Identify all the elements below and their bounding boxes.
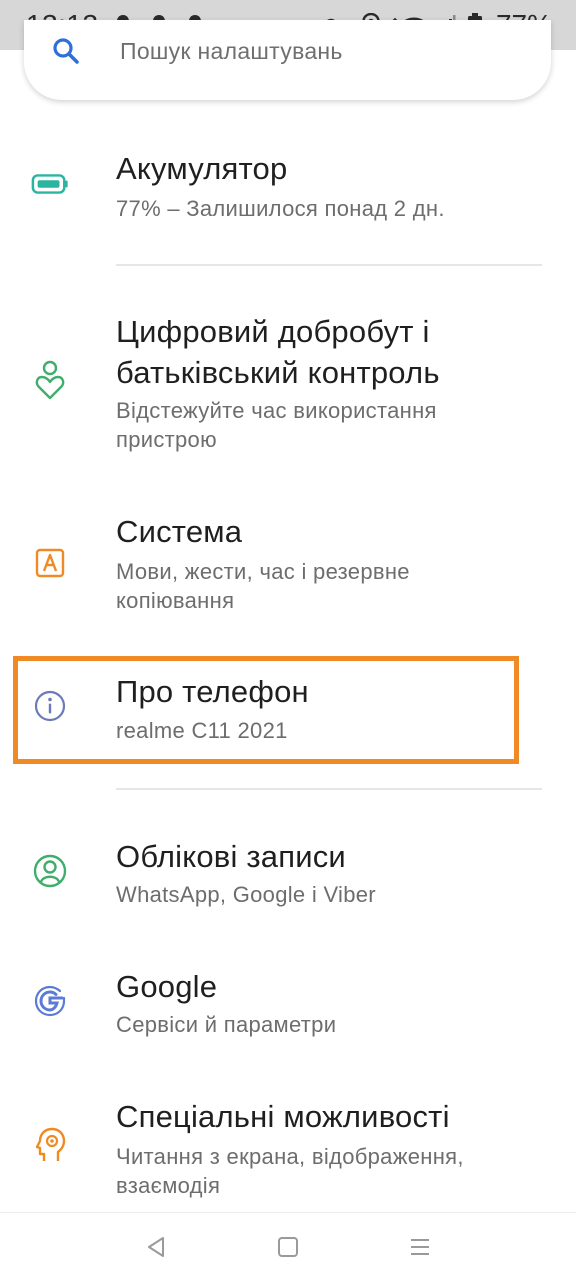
wellbeing-heart-icon [31,360,69,400]
settings-item-digital-wellbeing[interactable]: Цифровий добробут і батьківський контрол… [0,305,576,465]
search-icon [52,37,80,65]
settings-item-battery[interactable]: Акумулятор 77% – Залишилося понад 2 дн. [0,140,576,240]
back-icon[interactable] [136,1227,176,1267]
settings-item-subtitle-line2: копіювання [116,588,235,613]
google-icon [31,982,69,1020]
settings-item-title: Акумулятор [116,151,288,186]
navigation-bar [0,1212,576,1280]
highlight-frame [13,656,519,764]
settings-item-title: Облікові записи [116,839,346,874]
settings-item-subtitle: Сервіси й параметри [116,1012,337,1037]
settings-item-title: Спеціальні можливості [116,1099,450,1134]
settings-item-subtitle-line2: пристрою [116,427,217,452]
search-bar[interactable]: Пошук налаштувань [24,20,551,100]
divider [116,264,542,266]
search-placeholder: Пошук налаштувань [120,37,343,64]
settings-item-subtitle: Читання з екрана, відображення, [116,1144,464,1169]
settings-item-title: Google [116,969,218,1004]
system-a-icon [31,544,69,582]
settings-item-subtitle: Відстежуйте час використання [116,398,437,423]
settings-item-system[interactable]: Система Мови, жести, час і резервне копі… [0,505,576,625]
settings-item-accessibility[interactable]: Спеціальні можливості Читання з екрана, … [0,1090,576,1210]
settings-item-accounts[interactable]: Облікові записи WhatsApp, Google і Viber [0,830,576,920]
settings-item-subtitle: Мови, жести, час і резервне [116,559,410,584]
account-icon [31,852,69,890]
settings-item-subtitle: 77% – Залишилося понад 2 дн. [116,196,445,221]
settings-item-title: Цифровий добробут і [116,314,430,349]
battery-icon [31,165,69,203]
settings-item-title: Система [116,514,243,549]
settings-item-title-line2: батьківський контроль [116,355,440,390]
settings-item-subtitle: WhatsApp, Google і Viber [116,882,376,907]
divider [116,788,542,790]
home-icon[interactable] [268,1227,308,1267]
settings-item-google[interactable]: Google Сервіси й параметри [0,960,576,1050]
settings-item-subtitle-line2: взаємодія [116,1173,221,1198]
accessibility-head-icon [31,1126,69,1164]
menu-icon[interactable] [400,1227,440,1267]
